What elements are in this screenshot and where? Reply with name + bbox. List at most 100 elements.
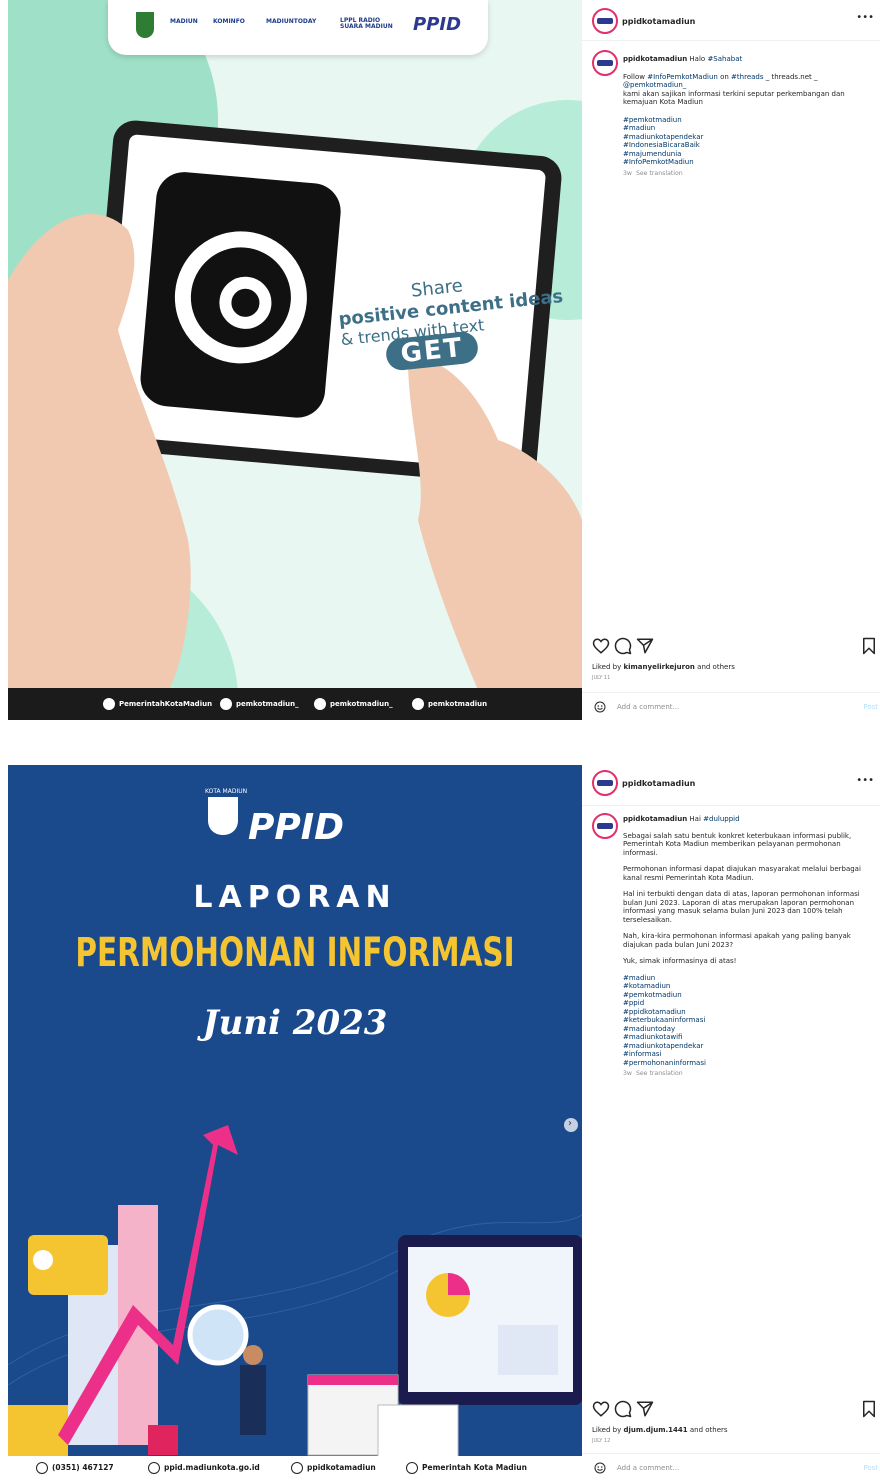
account-name[interactable]: ppidkotamadiun: [622, 17, 695, 26]
hashtag-link[interactable]: #threads: [731, 73, 763, 81]
post-2-header: ppidkotamadiun •••: [582, 765, 880, 806]
share-icon[interactable]: [636, 637, 654, 655]
post-2-sidebar: ppidkotamadiun ••• ppidkotamadiun Hai #d…: [582, 765, 880, 1480]
caption-username[interactable]: ppidkotamadiun: [623, 55, 687, 63]
mention-link[interactable]: @pemkotmadiun_: [623, 81, 686, 89]
threads-promo-illustration: [8, 0, 582, 720]
hashtag-link[interactable]: #keterbukaaninformasi: [623, 1016, 873, 1025]
see-translation-link[interactable]: See translation: [636, 170, 683, 177]
ppid-brand: PPID: [248, 807, 345, 848]
footer-instagram: ppidkotamadiun: [307, 1463, 376, 1472]
hashtag-link[interactable]: #madiunkotapendekar: [623, 1042, 873, 1051]
post-date[interactable]: JULY 12: [592, 1438, 610, 1444]
likes-prefix: Liked by: [592, 1426, 622, 1434]
logo-lppl-radio: LPPL RADIO SUARA MADIUN: [340, 17, 393, 30]
emoji-icon[interactable]: [594, 1462, 606, 1474]
post-comment-button[interactable]: Post: [863, 1464, 878, 1472]
caption-paragraph: Permohonan informasi dapat diajukan masy…: [623, 865, 861, 882]
hashtag-link[interactable]: #permohonaninformasi: [623, 1059, 873, 1068]
instagram-icon: [220, 698, 232, 710]
hashtag-link[interactable]: #pemkotmadiun: [623, 991, 873, 1000]
hashtag-link[interactable]: #InfoPemkotMadiun: [647, 73, 718, 81]
hashtag-link[interactable]: #informasi: [623, 1050, 873, 1059]
liked-by-user[interactable]: djum.djum.1441: [623, 1426, 687, 1434]
likes-suffix[interactable]: and others: [697, 663, 735, 671]
hashtag-link[interactable]: #Sahabat: [707, 55, 742, 63]
hashtag-link[interactable]: #madiunkotapendekar: [623, 133, 873, 142]
emoji-icon[interactable]: [594, 701, 606, 713]
kota-madiun-crest-icon: [208, 797, 238, 835]
hashtag-link[interactable]: #majumendunia: [623, 150, 873, 159]
comment-icon[interactable]: [614, 637, 632, 655]
caption-greeting: Hai: [689, 815, 701, 823]
instagram-icon: [291, 1462, 303, 1474]
hashtag-link[interactable]: #madiuntoday: [623, 1025, 873, 1034]
chevron-right-icon: ›: [568, 1118, 572, 1129]
carousel-next-button[interactable]: ›: [564, 1118, 578, 1132]
likes-prefix: Liked by: [592, 663, 622, 671]
post-date[interactable]: JULY 11: [592, 675, 610, 681]
post-time[interactable]: 3w: [623, 170, 632, 177]
caption-paragraph: Sebagai salah satu bentuk konkret keterb…: [623, 831, 852, 857]
post-2-footer-bar: (0351) 467127 ppid.madiunkota.go.id ppid…: [8, 1456, 582, 1480]
likes-summary: Liked by kimanyelirkejuron and others: [592, 663, 735, 671]
account-name[interactable]: ppidkotamadiun: [622, 779, 695, 788]
post-1-footer-bar: PemerintahKotaMadiun pemkotmadiun_ pemko…: [8, 688, 582, 720]
post-1-sidebar: ppidkotamadiun ••• ppidkotamadiun Halo #…: [582, 0, 880, 720]
liked-by-user[interactable]: kimanyelirkejuron: [623, 663, 694, 671]
post-time[interactable]: 3w: [623, 1070, 632, 1077]
see-translation-link[interactable]: See translation: [636, 1070, 683, 1077]
heart-icon[interactable]: [592, 1400, 610, 1418]
comment-box: Add a comment... Post: [582, 692, 880, 721]
post-comment-button[interactable]: Post: [863, 703, 878, 711]
facebook-icon: [406, 1462, 418, 1474]
more-options-icon[interactable]: •••: [856, 12, 874, 23]
caption-paragraph: Hal ini terbukti dengan data di atas, la…: [623, 890, 860, 924]
avatar[interactable]: [592, 8, 618, 34]
comment-input[interactable]: Add a comment...: [617, 703, 679, 711]
comment-input[interactable]: Add a comment...: [617, 1464, 679, 1472]
title-period: Juni 2023: [202, 1003, 388, 1043]
comment-icon[interactable]: [614, 1400, 632, 1418]
follow-text: _ threads.net _: [765, 72, 818, 81]
post-1-actions: [592, 637, 880, 655]
caption-avatar[interactable]: [592, 813, 618, 839]
more-options-icon[interactable]: •••: [856, 775, 874, 786]
share-icon[interactable]: [636, 1400, 654, 1418]
logo-ppid: PPID: [413, 14, 462, 35]
globe-icon: [148, 1462, 160, 1474]
hashtag-link[interactable]: #pemkotmadiun: [623, 116, 873, 125]
post-1-header: ppidkotamadiun •••: [582, 0, 880, 41]
footer-twitter: pemkotmadiun_: [330, 700, 393, 708]
post-2-image[interactable]: KOTA MADIUN PPID LAPORAN PERMOHONAN INFO…: [8, 765, 582, 1480]
bookmark-icon[interactable]: [860, 1400, 878, 1418]
logo-madiun: MADIUN: [170, 18, 198, 25]
post-1-image[interactable]: Share positive content ideas & trends wi…: [8, 0, 582, 720]
title-laporan: LAPORAN: [193, 880, 397, 915]
kota-madiun-crest-icon: [136, 12, 154, 38]
caption-username[interactable]: ppidkotamadiun: [623, 815, 687, 823]
caption-body: kami akan sajikan informasi terkini sepu…: [623, 89, 845, 107]
heart-icon[interactable]: [592, 637, 610, 655]
hashtag-link[interactable]: #madiun: [623, 974, 873, 983]
hashtag-link[interactable]: #ppid: [623, 999, 873, 1008]
hashtag-link[interactable]: #kotamadiun: [623, 982, 873, 991]
hashtag-link[interactable]: #ppidkotamadiun: [623, 1008, 873, 1017]
facebook-icon: [103, 698, 115, 710]
bookmark-icon[interactable]: [860, 637, 878, 655]
footer-facebook: Pemerintah Kota Madiun: [422, 1463, 527, 1472]
caption-avatar[interactable]: [592, 50, 618, 76]
hashtag-link[interactable]: #IndonesiaBicaraBaik: [623, 141, 873, 150]
logo-bar: MADIUN KOMINFO MADIUNTODAY LPPL RADIO SU…: [108, 0, 488, 55]
follow-text: on: [720, 72, 729, 81]
avatar[interactable]: [592, 770, 618, 796]
likes-suffix[interactable]: and others: [690, 1426, 728, 1434]
hashtag-link[interactable]: #madiun: [623, 124, 873, 133]
hashtag-link[interactable]: #madiunkotawifi: [623, 1033, 873, 1042]
post-1-caption: ppidkotamadiun Halo #Sahabat Follow #Inf…: [623, 55, 873, 178]
logo-kominfo: KOMINFO: [213, 18, 245, 25]
hashtag-link[interactable]: #duluppid: [703, 815, 739, 823]
logo-madiuntoday: MADIUNTODAY: [266, 18, 317, 25]
kota-madiun-label: KOTA MADIUN: [205, 788, 248, 795]
hashtag-link[interactable]: #InfoPemkotMadiun: [623, 158, 873, 167]
